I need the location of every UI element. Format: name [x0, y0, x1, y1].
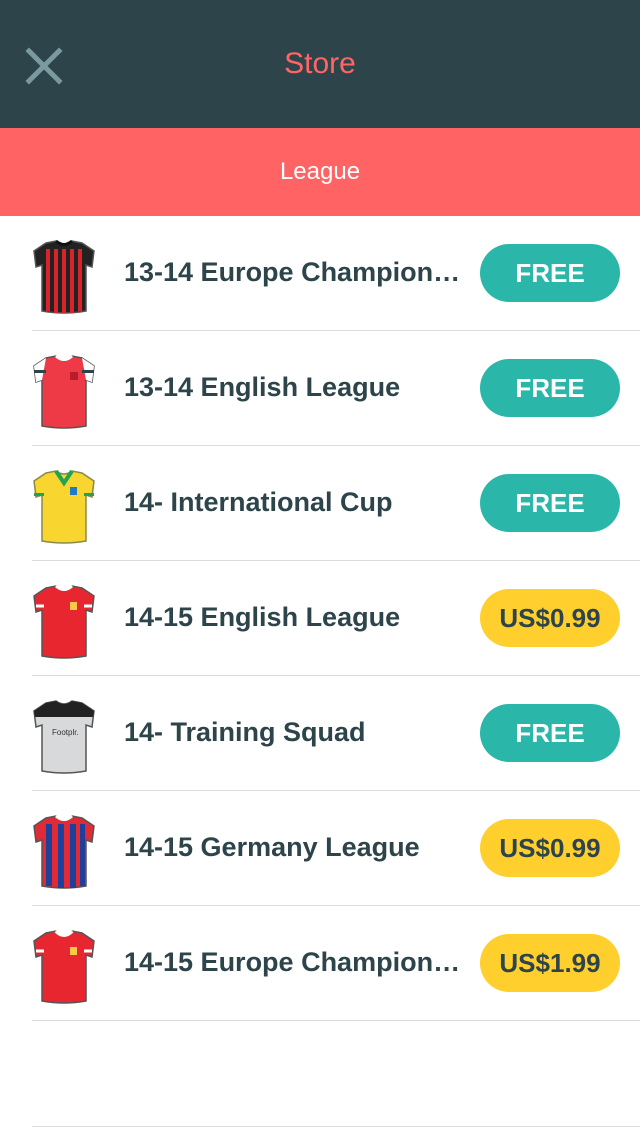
item-name: 14- Training Squad [124, 717, 366, 747]
price-button[interactable]: FREE [480, 244, 620, 302]
list-item[interactable]: 13-14 English League FREE [32, 331, 640, 446]
tab-league[interactable]: League [280, 157, 360, 187]
item-name: 13-14 English League [124, 372, 401, 402]
store-list: 13-14 Europe Champions League FREE 13-14… [0, 216, 640, 1021]
item-name: 14-15 English League [124, 602, 401, 632]
price-button[interactable]: US$0.99 [480, 589, 620, 647]
list-item[interactable]: 14-15 Germany League US$0.99 [32, 791, 640, 906]
list-item[interactable]: Footplr. 14- Training Squad FREE [32, 676, 640, 791]
header: Store [0, 0, 640, 128]
item-name: 14-15 Germany League [124, 832, 420, 862]
price-button[interactable]: FREE [480, 359, 620, 417]
jersey-icon [32, 469, 96, 545]
price-button[interactable]: US$0.99 [480, 819, 620, 877]
jersey-icon [32, 814, 96, 890]
tab-bar: League [0, 128, 640, 216]
jersey-icon: Footplr. [32, 699, 96, 775]
page-title: Store [284, 47, 356, 80]
svg-text:Footplr.: Footplr. [52, 728, 79, 737]
item-name: 14- International Cup [124, 487, 393, 517]
item-name: 14-15 Europe Champions League [124, 947, 466, 977]
price-button[interactable]: US$1.99 [480, 934, 620, 992]
item-name: 13-14 Europe Champions League [124, 257, 466, 287]
jersey-icon [32, 929, 96, 1005]
list-item[interactable]: 14-15 English League US$0.99 [32, 561, 640, 676]
jersey-icon [32, 584, 96, 660]
list-item[interactable]: 14- International Cup FREE [32, 446, 640, 561]
price-button[interactable]: FREE [480, 474, 620, 532]
price-button[interactable]: FREE [480, 704, 620, 762]
list-item[interactable]: 13-14 Europe Champions League FREE [32, 216, 640, 331]
jersey-icon [32, 354, 96, 430]
bottom-divider [32, 1126, 640, 1127]
list-item[interactable]: 14-15 Europe Champions League US$1.99 [32, 906, 640, 1021]
jersey-icon [32, 239, 96, 315]
